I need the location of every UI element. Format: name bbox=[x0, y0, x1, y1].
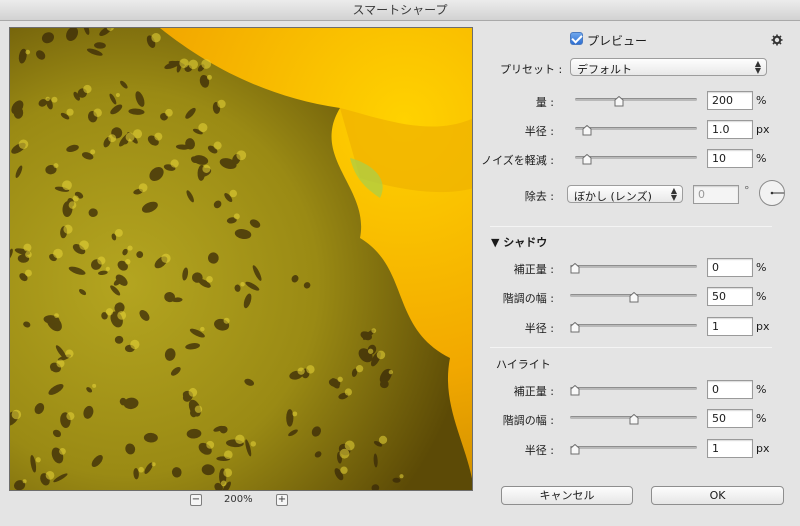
zoom-out-button[interactable]: − bbox=[190, 494, 202, 506]
radius-input[interactable]: 1.0 bbox=[707, 120, 753, 139]
divider bbox=[490, 226, 772, 227]
highlight-radius-slider[interactable] bbox=[570, 441, 697, 455]
highlight-tonal-slider[interactable] bbox=[570, 411, 697, 425]
cancel-button[interactable]: キャンセル bbox=[501, 486, 633, 505]
shadow-fade-input[interactable]: 0 bbox=[707, 258, 753, 277]
remove-select[interactable]: ぼかし (レンズ) ▲ ▼ bbox=[567, 185, 683, 203]
shadow-radius-input[interactable]: 1 bbox=[707, 317, 753, 336]
preview-checkbox[interactable] bbox=[570, 32, 583, 45]
shadow-radius-slider[interactable] bbox=[570, 319, 697, 333]
amount-unit: % bbox=[756, 94, 767, 107]
zoom-level: 200% bbox=[224, 494, 253, 505]
slider-thumb[interactable] bbox=[629, 414, 639, 425]
shadow-fade-unit: % bbox=[756, 261, 767, 274]
highlight-section-title[interactable]: ハイライト bbox=[496, 356, 551, 372]
highlight-radius-row: 半径 : 1 px bbox=[490, 438, 794, 460]
slider-thumb[interactable] bbox=[614, 96, 624, 107]
amount-label: 量 : bbox=[535, 96, 554, 109]
updown-arrows-icon: ▲ ▼ bbox=[670, 186, 677, 202]
highlight-tonal-unit: % bbox=[756, 412, 767, 425]
highlight-tonal-input[interactable]: 50 bbox=[707, 409, 753, 428]
radius-unit: px bbox=[756, 123, 770, 136]
shadow-tonal-slider[interactable] bbox=[570, 289, 697, 303]
divider bbox=[490, 347, 772, 348]
highlight-fade-row: 補正量 : 0 % bbox=[490, 379, 794, 401]
shadow-radius-unit: px bbox=[756, 320, 770, 333]
remove-value: ぼかし (レンズ) bbox=[574, 190, 652, 203]
zoom-in-button[interactable]: + bbox=[276, 494, 288, 506]
amount-input[interactable]: 200 bbox=[707, 91, 753, 110]
shadow-tonal-unit: % bbox=[756, 290, 767, 303]
noise-label: ノイズを軽減 : bbox=[481, 154, 554, 167]
shadow-fade-row: 補正量 : 0 % bbox=[490, 257, 794, 279]
preview-image[interactable] bbox=[9, 27, 473, 491]
noise-slider[interactable] bbox=[575, 151, 697, 165]
amount-row: 量 : 200 % bbox=[490, 90, 794, 112]
slider-thumb[interactable] bbox=[582, 125, 592, 136]
slider-thumb[interactable] bbox=[570, 385, 580, 396]
preset-select[interactable]: デフォルト ▲ ▼ bbox=[570, 58, 767, 76]
zoom-controls: − 200% + bbox=[190, 494, 295, 508]
highlight-fade-label: 補正量 : bbox=[513, 385, 554, 398]
radius-label: 半径 : bbox=[524, 125, 554, 138]
shadow-radius-row: 半径 : 1 px bbox=[490, 316, 794, 338]
highlight-fade-unit: % bbox=[756, 383, 767, 396]
noise-row: ノイズを軽減 : 10 % bbox=[481, 148, 794, 170]
shadow-fade-label: 補正量 : bbox=[513, 263, 554, 276]
slider-thumb[interactable] bbox=[570, 322, 580, 333]
remove-label: 除去 : bbox=[524, 190, 554, 203]
shadow-tonal-label: 階調の幅 : bbox=[502, 292, 554, 305]
sunflower-image bbox=[10, 28, 472, 490]
angle-unit: ° bbox=[744, 184, 750, 197]
highlight-fade-slider[interactable] bbox=[570, 382, 697, 396]
shadow-fade-slider[interactable] bbox=[570, 260, 697, 274]
highlight-radius-input[interactable]: 1 bbox=[707, 439, 753, 458]
highlight-tonal-label: 階調の幅 : bbox=[502, 414, 554, 427]
ok-button[interactable]: OK bbox=[651, 486, 784, 505]
shadow-tonal-input[interactable]: 50 bbox=[707, 287, 753, 306]
noise-unit: % bbox=[756, 152, 767, 165]
angle-input[interactable]: 0 bbox=[693, 185, 739, 204]
preset-label: プリセット : bbox=[500, 63, 563, 76]
angle-dial-icon[interactable] bbox=[758, 179, 786, 207]
shadow-tonal-row: 階調の幅 : 50 % bbox=[490, 286, 794, 308]
gear-icon[interactable] bbox=[771, 34, 783, 46]
highlight-fade-input[interactable]: 0 bbox=[707, 380, 753, 399]
slider-thumb[interactable] bbox=[582, 154, 592, 165]
highlight-radius-unit: px bbox=[756, 442, 770, 455]
slider-thumb[interactable] bbox=[629, 292, 639, 303]
highlight-radius-label: 半径 : bbox=[524, 444, 554, 457]
preview-label: プレビュー bbox=[587, 34, 648, 48]
amount-slider[interactable] bbox=[575, 93, 697, 107]
shadow-section-title[interactable]: ▼ シャドウ bbox=[491, 234, 547, 250]
preset-value: デフォルト bbox=[577, 63, 632, 76]
remove-row: 除去 : ぼかし (レンズ) ▲ ▼ 0 ° bbox=[490, 180, 794, 206]
window-title: スマートシャープ bbox=[0, 0, 800, 21]
slider-thumb[interactable] bbox=[570, 444, 580, 455]
highlight-tonal-row: 階調の幅 : 50 % bbox=[490, 408, 794, 430]
noise-input[interactable]: 10 bbox=[707, 149, 753, 168]
radius-slider[interactable] bbox=[575, 122, 697, 136]
slider-thumb[interactable] bbox=[570, 263, 580, 274]
shadow-radius-label: 半径 : bbox=[524, 322, 554, 335]
radius-row: 半径 : 1.0 px bbox=[490, 119, 794, 141]
updown-arrows-icon: ▲ ▼ bbox=[754, 59, 761, 75]
